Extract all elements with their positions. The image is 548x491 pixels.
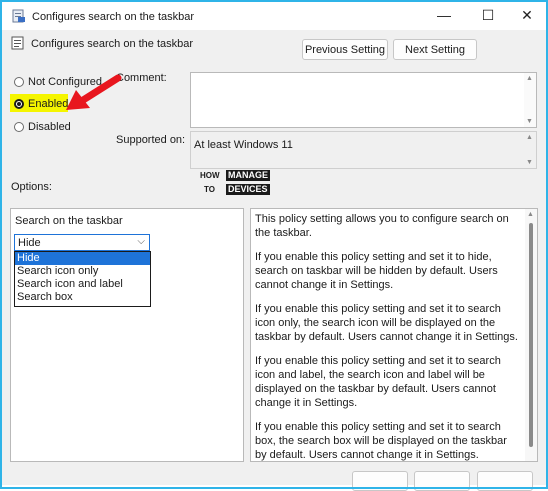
logo-text: HOW <box>200 171 220 180</box>
dropdown-option[interactable]: Hide <box>15 252 150 265</box>
help-scrollbar[interactable]: ▲ <box>525 209 537 461</box>
maximize-button[interactable]: ☐ <box>478 5 498 25</box>
disabled-radio[interactable]: Disabled <box>14 121 71 133</box>
dropdown-value: Hide <box>18 237 41 249</box>
comment-scrollbar[interactable]: ▲ ▼ <box>524 73 536 127</box>
help-paragraph: If you enable this policy setting and se… <box>255 303 518 343</box>
search-setting-label: Search on the taskbar <box>15 215 123 227</box>
radio-circle <box>14 122 24 132</box>
policy-title: Configures search on the taskbar <box>31 38 194 50</box>
next-setting-button[interactable]: Next Setting <box>393 39 477 60</box>
supported-scrollbar[interactable]: ▲ ▼ <box>524 132 536 168</box>
radio-circle <box>14 99 24 109</box>
dropdown-option[interactable]: Search icon and label <box>15 278 150 291</box>
apply-button[interactable] <box>477 471 533 491</box>
radio-label: Disabled <box>28 121 71 133</box>
red-arrow-annotation <box>66 74 122 110</box>
how-to-manage-devices-logo: HOW MANAGE TO DEVICES <box>200 170 292 198</box>
previous-setting-button[interactable]: Previous Setting <box>302 39 388 60</box>
minimize-button[interactable]: — <box>434 5 454 25</box>
search-setting-dropdown[interactable]: Hide ⌵ <box>14 234 150 251</box>
dropdown-option[interactable]: Search icon only <box>15 265 150 278</box>
help-pane: This policy setting allows you to config… <box>250 208 538 462</box>
comment-textarea[interactable]: ▲ ▼ <box>190 72 537 128</box>
supported-on-value: At least Windows 11 <box>194 139 293 151</box>
help-paragraph: This policy setting allows you to config… <box>255 213 509 239</box>
policy-settings-icon <box>11 36 24 50</box>
help-paragraph: If you enable this policy setting and se… <box>255 421 507 461</box>
help-paragraph: If you enable this policy setting and se… <box>255 355 501 409</box>
ok-button[interactable] <box>352 471 408 491</box>
scrollbar-thumb[interactable] <box>529 223 533 447</box>
search-setting-options-list: Hide Search icon only Search icon and la… <box>14 251 151 307</box>
logo-text: TO <box>204 185 215 194</box>
policy-icon <box>12 9 25 23</box>
enabled-radio[interactable]: Enabled <box>14 98 68 110</box>
dropdown-option[interactable]: Search box <box>15 291 150 304</box>
supported-on-label: Supported on: <box>116 134 186 146</box>
logo-text: MANAGE <box>226 170 270 181</box>
close-button[interactable]: ✕ <box>517 5 537 25</box>
title-bar: Configures search on the taskbar — ☐ ✕ <box>2 2 546 30</box>
cancel-button[interactable] <box>414 471 470 491</box>
window-title: Configures search on the taskbar <box>32 11 195 23</box>
radio-circle <box>14 77 24 87</box>
chevron-down-icon: ⌵ <box>137 236 145 247</box>
options-label: Options: <box>11 181 52 193</box>
supported-on-box: At least Windows 11 ▲ ▼ <box>190 131 537 169</box>
logo-text: DEVICES <box>226 184 270 195</box>
options-pane: Search on the taskbar Hide ⌵ Hide Search… <box>10 208 244 462</box>
help-paragraph: If you enable this policy setting and se… <box>255 251 498 291</box>
